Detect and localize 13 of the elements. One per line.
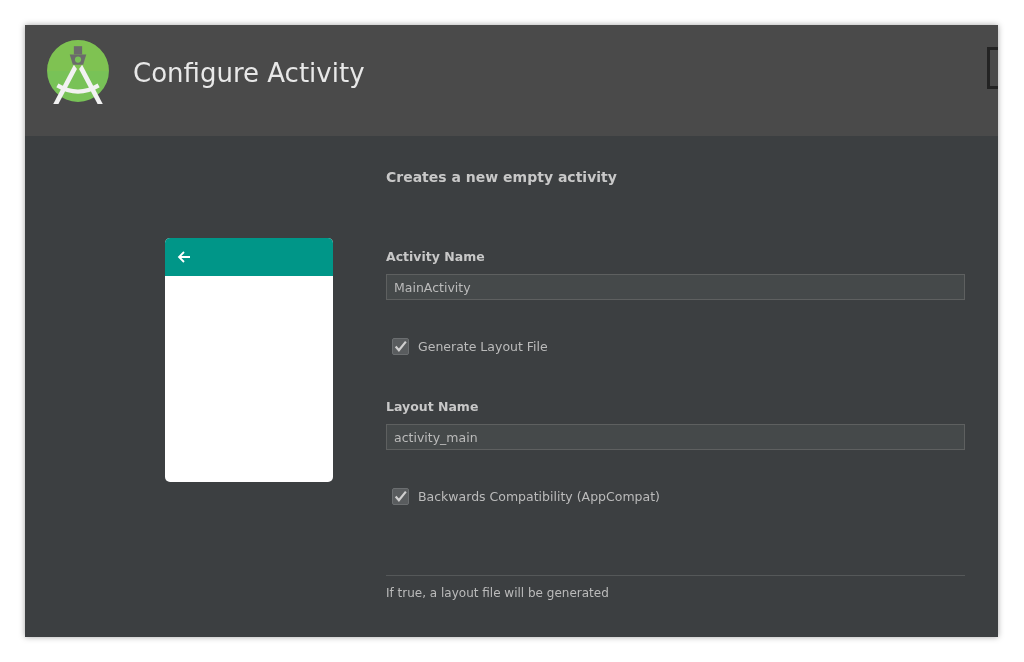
- checkbox[interactable]: [392, 488, 409, 505]
- checkbox-label[interactable]: Generate Layout File: [418, 339, 548, 354]
- checkbox-label[interactable]: Backwards Compatibility (AppCompat): [418, 489, 660, 504]
- field-label: Layout Name: [386, 399, 480, 414]
- android-studio-logo-icon: [45, 39, 111, 106]
- text-field[interactable]: MainActivity: [386, 274, 965, 300]
- window-title: Configure Activity: [133, 57, 365, 88]
- text-field[interactable]: activity_main: [386, 424, 965, 450]
- checkbox[interactable]: [392, 338, 409, 355]
- field-label: Activity Name: [386, 249, 486, 264]
- hint-text: If true, a layout file will be generated: [386, 586, 610, 600]
- description-text: Creates a new empty activity: [386, 169, 618, 185]
- back-arrow-icon: [176, 249, 192, 265]
